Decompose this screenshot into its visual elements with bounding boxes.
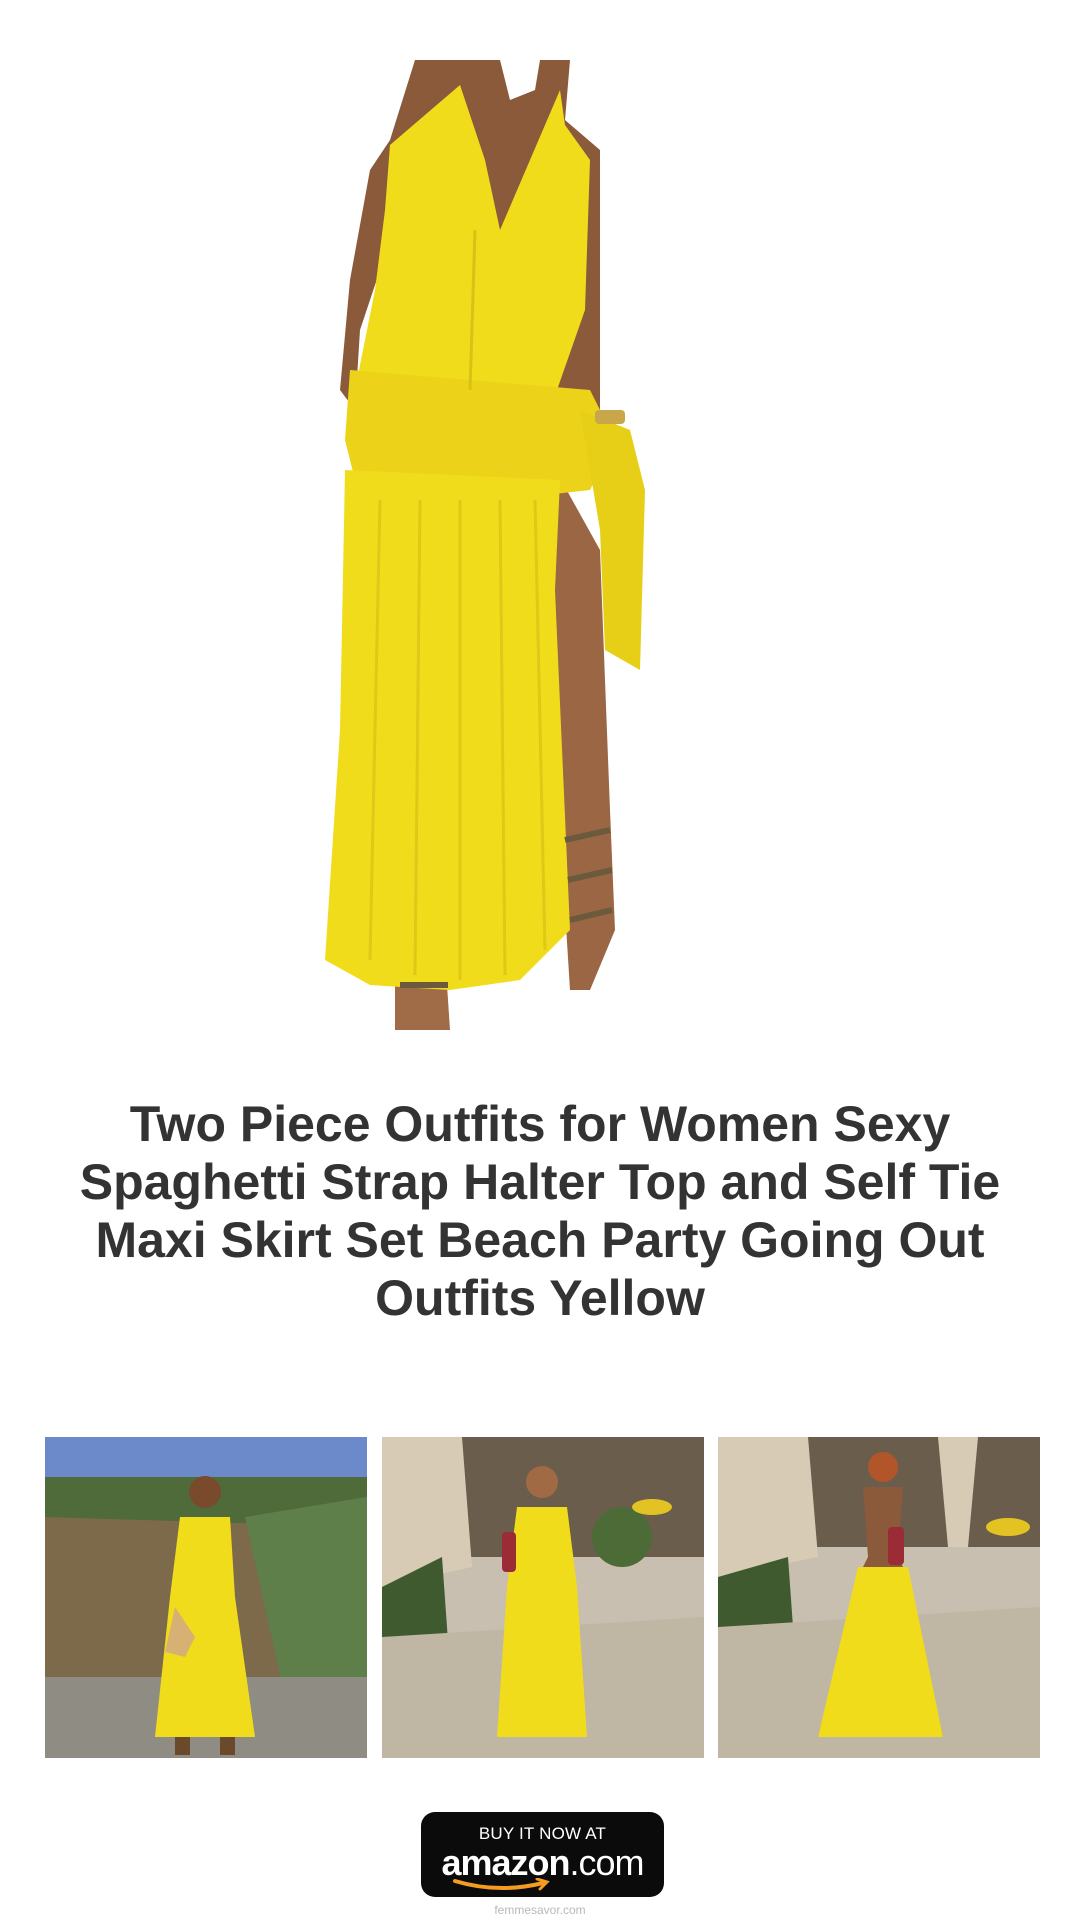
thumbnail-2[interactable] [381,1437,704,1758]
amazon-brand-text: amazon [441,1842,570,1883]
buy-it-now-label: BUY IT NOW AT [478,1824,607,1843]
product-hero-image[interactable] [300,30,780,1030]
model-patio-back-photo-icon [718,1437,1040,1758]
amazon-smile-icon [453,1878,550,1891]
site-footer: femmesavor.com [494,1903,586,1917]
thumbnail-3[interactable] [718,1437,1040,1758]
buy-on-amazon-button[interactable]: BUY IT NOW AT amazon.com [421,1812,664,1897]
product-title: Two Piece Outfits for Women Sexy Spaghet… [79,1096,1001,1326]
thumbnail-gallery [45,1437,1040,1758]
thumbnail-1[interactable] [45,1437,367,1758]
amazon-domain-text: .com [569,1842,645,1883]
model-outdoor-photo-icon [45,1437,367,1758]
model-patio-front-photo-icon [381,1437,704,1758]
